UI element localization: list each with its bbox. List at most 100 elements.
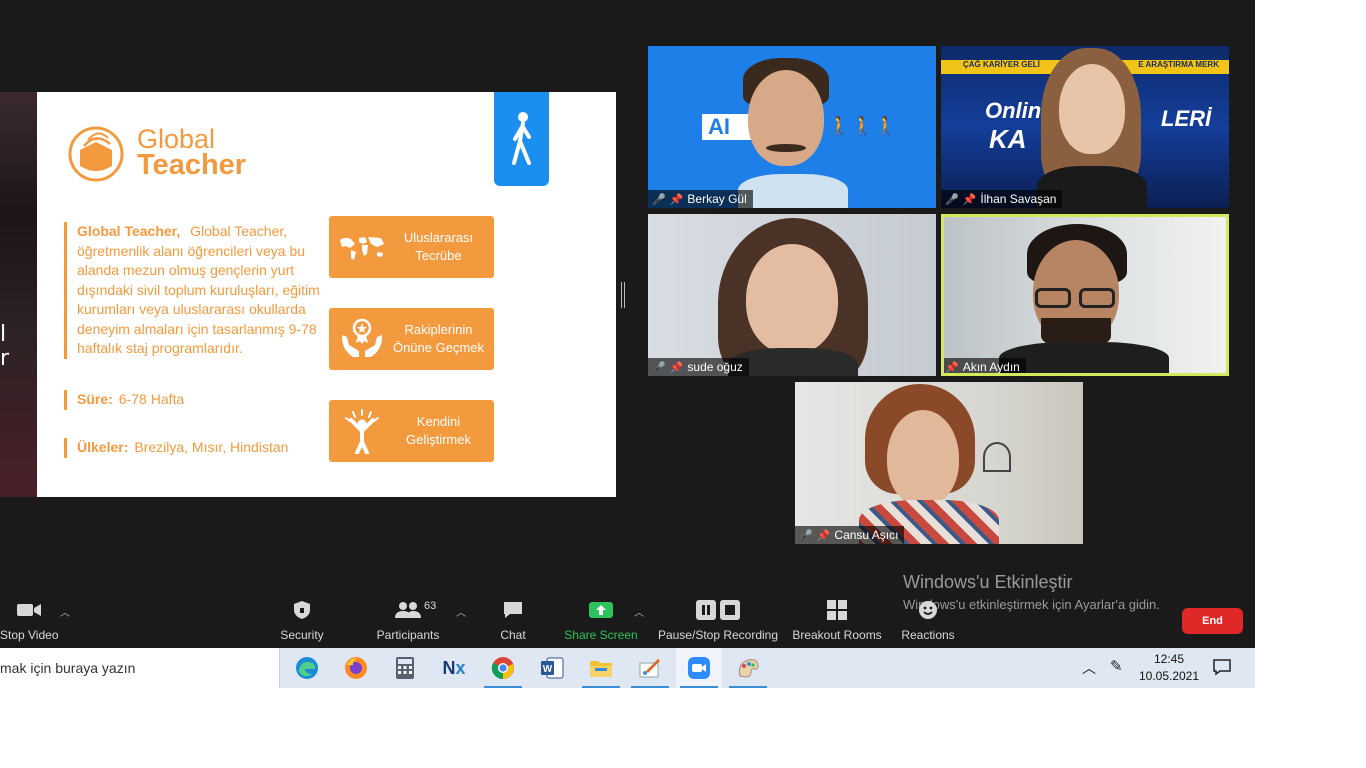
stop-video-button[interactable]: Stop Video	[0, 596, 59, 648]
word-icon[interactable]: W	[529, 648, 575, 688]
world-map-icon	[335, 224, 389, 270]
video-tile-sude[interactable]: 🎤 📌 sude oğuz	[648, 214, 936, 376]
edge-icon[interactable]	[284, 648, 330, 688]
windows-taskbar: mak için buraya yazın Nx W ︿ ✎ 12:45 10.…	[0, 648, 1255, 688]
clock-date: 10.05.2021	[1138, 669, 1200, 683]
duration-label: Süre:	[77, 391, 113, 407]
global-teacher-logo-icon	[68, 126, 124, 182]
participant-name: Akın Aydın	[962, 360, 1020, 374]
svg-text:W: W	[543, 664, 553, 675]
background-text: AI	[708, 114, 730, 139]
walking-person-badge	[494, 92, 549, 186]
pause-stop-recording-icon	[656, 596, 780, 624]
desktop-blank-area	[1255, 0, 1366, 768]
tray-chevron-up-icon[interactable]: ︿	[1082, 658, 1096, 678]
end-meeting-button[interactable]: End	[1182, 608, 1243, 634]
pause-stop-recording-label: Pause/Stop Recording	[657, 628, 779, 642]
glasses-lens	[1035, 288, 1071, 308]
edge-letter: l	[0, 322, 7, 347]
zoom-meeting-window: l r Global Teacher Global Teacher, Globa…	[0, 0, 1255, 688]
feature-line: Geliştirmek	[405, 432, 471, 447]
pin-icon: 📌	[669, 361, 684, 374]
shared-screen-edge: l r	[0, 92, 37, 497]
paint3d-icon[interactable]	[725, 648, 771, 688]
video-tile-berkay[interactable]: AI 🚶🚶🚶 🎤 📌 Berkay Gül	[648, 46, 936, 208]
share-screen-button[interactable]: Share Screen	[562, 596, 640, 648]
background-banner-text: ÇAĞ KARİYER GELİ	[963, 60, 1040, 69]
program-description: Global Teacher, Global Teacher, öğretmen…	[64, 222, 334, 359]
participants-button[interactable]: 63 Participants	[372, 596, 444, 648]
background-text: Onlin	[985, 98, 1042, 123]
pin-icon: 📌	[945, 361, 959, 374]
person-face	[746, 244, 838, 354]
countries-value: Brezilya, Mısır, Hindistan	[134, 439, 289, 455]
participant-name-label: 🎤 📌 sude oğuz	[648, 358, 749, 376]
reactions-label: Reactions	[901, 628, 955, 642]
mic-muted-icon: 🎤	[945, 193, 959, 206]
shield-icon	[272, 596, 332, 624]
description-lead: Global Teacher,	[77, 223, 181, 239]
notification-center-icon[interactable]	[1212, 657, 1232, 677]
pin-icon: 📌	[962, 193, 977, 206]
security-button[interactable]: Security	[272, 596, 332, 648]
feature-self-improvement: Kendini Geliştirmek	[329, 400, 494, 462]
participant-name: İlhan Savaşan	[980, 192, 1057, 206]
feature-international-experience: Uluslararası Tecrübe	[329, 216, 494, 278]
person-mustache	[766, 144, 806, 152]
chat-button[interactable]: Chat	[494, 596, 532, 648]
zoom-icon[interactable]	[676, 648, 722, 688]
taskbar-clock[interactable]: 12:45 10.05.2021	[1136, 651, 1202, 685]
nx-icon[interactable]: Nx	[431, 648, 477, 688]
video-tile-akin[interactable]: 📌 Akın Aydın	[941, 214, 1229, 376]
watermark-title: Windows'u Etkinleştir	[903, 572, 1073, 592]
split-view-resize-handle[interactable]	[621, 282, 625, 308]
background-figures: 🚶🚶🚶	[828, 116, 899, 136]
feature-line: Uluslararası	[403, 230, 474, 245]
share-screen-icon	[562, 596, 640, 624]
video-tile-cansu[interactable]: 🎤 📌 Cansu Aşıcı	[795, 382, 1083, 544]
file-explorer-icon[interactable]	[578, 648, 624, 688]
calculator-icon[interactable]	[382, 648, 428, 688]
reactions-button[interactable]: Reactions	[898, 596, 958, 648]
participants-count: 63	[424, 600, 437, 612]
paint-icon[interactable]	[627, 648, 673, 688]
clock-time: 12:45	[1153, 652, 1185, 666]
meeting-toolbar: Stop Video ︿ Security 63 Participants ︿ …	[0, 596, 1255, 648]
chat-label: Chat	[500, 628, 526, 642]
participant-name-label: 🎤 📌 Berkay Gül	[648, 190, 753, 208]
participant-name-label: 📌 Akın Aydın	[941, 358, 1026, 376]
video-options-chevron-up-icon[interactable]: ︿	[60, 604, 70, 619]
logo-text-teacher: Teacher	[137, 149, 247, 181]
feature-outpace-competitors: Rakiplerinin Önüne Geçmek	[329, 308, 494, 370]
participants-options-chevron-up-icon[interactable]: ︿	[456, 604, 466, 619]
video-tile-ilhan[interactable]: ÇAĞ KARİYER GELİ E ARAŞTIRMA MERK Onlin K…	[941, 46, 1229, 208]
feature-line: Kendini	[416, 414, 461, 429]
participant-name-label: 🎤 📌 İlhan Savaşan	[941, 190, 1063, 208]
feature-line: Rakiplerinin	[404, 322, 473, 337]
participant-name: Berkay Gül	[687, 192, 747, 206]
pin-icon: 📌	[816, 529, 831, 542]
share-screen-label: Share Screen	[564, 628, 638, 642]
mic-muted-icon: 🎤	[652, 361, 666, 374]
security-label: Security	[280, 628, 324, 642]
participant-name-label: 🎤 📌 Cansu Aşıcı	[795, 526, 905, 544]
person-face	[1059, 64, 1125, 154]
share-options-chevron-up-icon[interactable]: ︿	[634, 604, 644, 619]
chrome-icon[interactable]	[480, 648, 526, 688]
firefox-icon[interactable]	[333, 648, 379, 688]
glasses-lens	[1079, 288, 1115, 308]
feature-line: Tecrübe	[415, 248, 462, 263]
participants-label: Participants	[376, 628, 440, 642]
pin-icon: 📌	[669, 193, 684, 206]
mic-muted-icon: 🎤	[652, 193, 666, 206]
stop-video-label: Stop Video	[0, 628, 59, 642]
breakout-rooms-label: Breakout Rooms	[792, 628, 882, 642]
video-camera-icon	[0, 596, 58, 624]
pause-stop-recording-button[interactable]: Pause/Stop Recording	[656, 596, 780, 648]
award-hands-icon	[335, 316, 389, 362]
countries-row: Ülkeler: Brezilya, Mısır, Hindistan	[64, 438, 288, 458]
breakout-rooms-button[interactable]: Breakout Rooms	[790, 596, 884, 648]
mic-muted-icon: 🎤	[799, 529, 813, 542]
taskbar-search-box[interactable]: mak için buraya yazın	[0, 648, 280, 688]
pen-icon[interactable]: ✎	[1110, 657, 1123, 675]
